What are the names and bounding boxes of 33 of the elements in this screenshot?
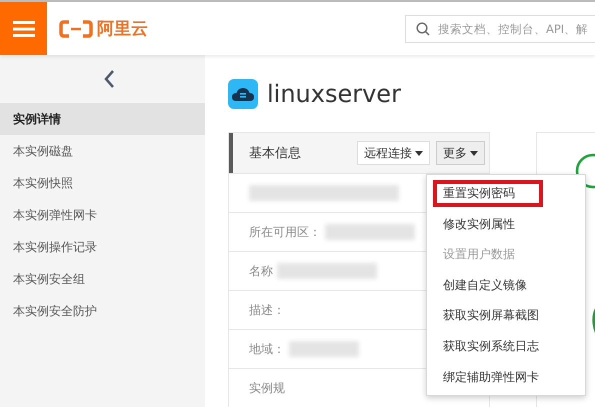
sidebar-item[interactable]: 本实例磁盘: [0, 135, 205, 167]
menu-item[interactable]: 创建自定义镜像: [427, 270, 585, 300]
menu-item[interactable]: 重置实例密码: [431, 178, 545, 209]
menu-item[interactable]: 绑定辅助弹性网卡: [427, 362, 585, 392]
search-field[interactable]: 搜索文档、控制台、API、解: [405, 14, 595, 42]
sidebar-item[interactable]: 本实例安全组: [0, 263, 205, 295]
cloud-server-icon: [228, 79, 258, 109]
menu-item[interactable]: 获取实例屏幕截图: [427, 300, 585, 331]
sidebar-item[interactable]: 实例详情: [0, 103, 205, 135]
dropdown-button[interactable]: 远程连接: [357, 141, 430, 165]
caret-icon: [470, 150, 478, 156]
dropdown-button[interactable]: 更多: [436, 141, 485, 165]
menu-item[interactable]: 修改实例属性: [427, 208, 585, 240]
menu-item[interactable]: 获取实例系统日志: [427, 330, 585, 362]
sidebar-item[interactable]: 本实例安全防护: [0, 295, 205, 327]
collapse-icon[interactable]: [102, 69, 114, 89]
sidebar-item[interactable]: 本实例弹性网卡: [0, 199, 205, 231]
field-label: 名称: [249, 262, 273, 280]
card-title: 基本信息: [249, 145, 301, 162]
field-label: 所在可用区：: [249, 224, 321, 240]
menu-icon: [12, 20, 34, 38]
sidebar-item[interactable]: 本实例快照: [0, 167, 205, 199]
search-icon: [416, 22, 430, 36]
menu-button[interactable]: [0, 2, 47, 55]
logo-icon: [59, 20, 93, 38]
field-label: 描述：: [249, 302, 285, 318]
field-label: 地域：: [249, 340, 285, 358]
logo-text: 阿里云: [97, 18, 148, 40]
page-title: linuxserver: [267, 80, 401, 108]
caret-icon: [415, 150, 423, 156]
redacted-value: [289, 341, 359, 357]
field-label: 实例规: [249, 380, 285, 396]
sidebar-item[interactable]: 本实例操作记录: [0, 231, 205, 263]
